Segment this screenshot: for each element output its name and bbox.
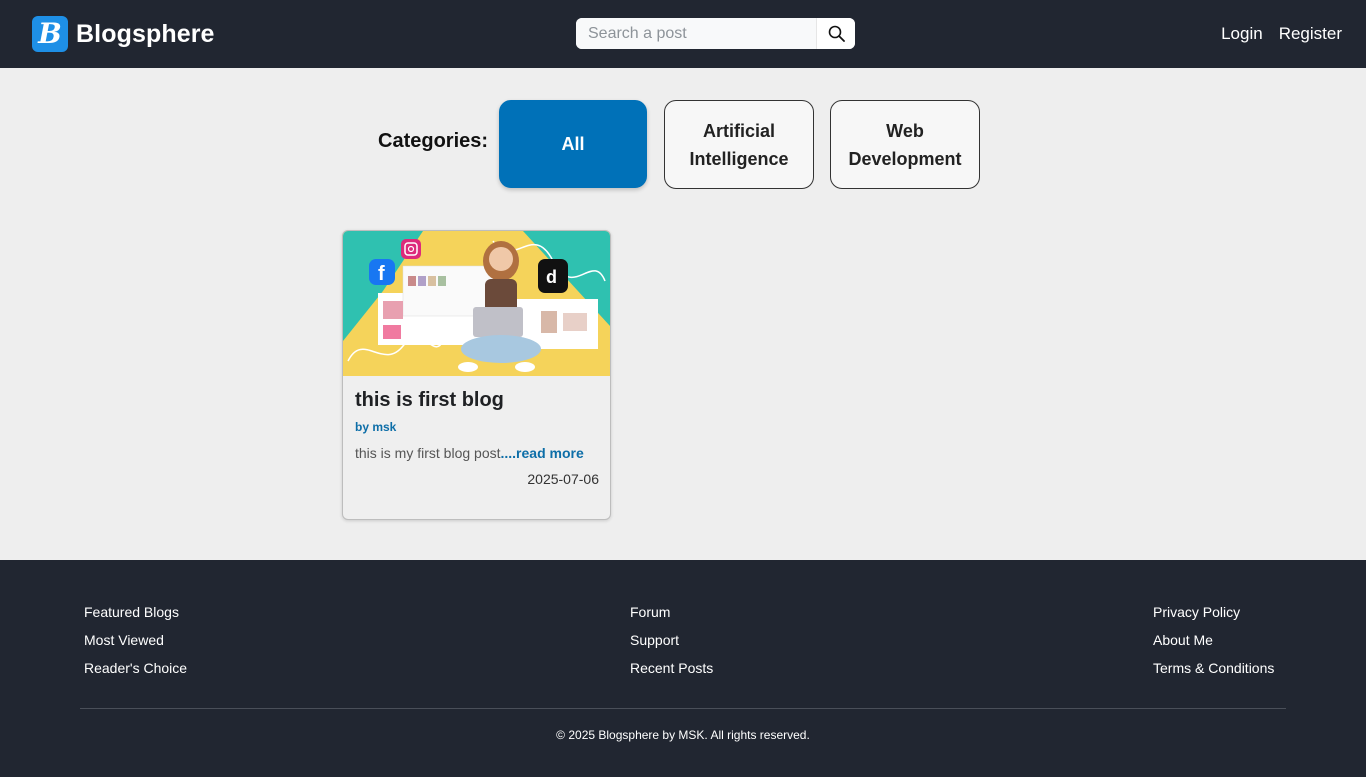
- brand-link[interactable]: B Blogsphere: [32, 16, 215, 52]
- site-header: B Blogsphere Login Register: [0, 0, 1366, 68]
- logo-icon: B: [32, 16, 68, 52]
- footer-link-support[interactable]: Support: [630, 626, 713, 654]
- category-webdev-button[interactable]: Web Development: [830, 100, 980, 189]
- footer-link-terms[interactable]: Terms & Conditions: [1153, 654, 1274, 682]
- post-author: by msk: [355, 420, 397, 434]
- auth-nav: Login Register: [1221, 24, 1342, 44]
- site-footer: Featured Blogs Most Viewed Reader's Choi…: [0, 560, 1366, 777]
- post-excerpt: this is my first blog post....read more: [355, 445, 599, 461]
- brand-name: Blogsphere: [76, 19, 215, 48]
- category-ai-button[interactable]: Artificial Intelligence: [664, 100, 814, 189]
- footer-column-2: Forum Support Recent Posts: [630, 598, 713, 682]
- footer-link-about-me[interactable]: About Me: [1153, 626, 1274, 654]
- search-input[interactable]: [576, 18, 816, 49]
- footer-divider: [80, 708, 1286, 709]
- footer-link-most-viewed[interactable]: Most Viewed: [84, 626, 187, 654]
- post-title[interactable]: this is first blog: [355, 389, 599, 412]
- post-card[interactable]: f d this is first blog by msk this is my…: [342, 230, 611, 520]
- post-date: 2025-07-06: [527, 471, 599, 487]
- category-filter: Categories: All Artificial Intelligence …: [0, 100, 1366, 190]
- footer-column-1: Featured Blogs Most Viewed Reader's Choi…: [84, 598, 187, 682]
- read-more-link[interactable]: ....read more: [501, 445, 584, 461]
- footer-link-featured-blogs[interactable]: Featured Blogs: [84, 598, 187, 626]
- footer-link-forum[interactable]: Forum: [630, 598, 713, 626]
- copyright-text: © 2025 Blogsphere by MSK. All rights res…: [556, 728, 810, 742]
- svg-text:f: f: [378, 263, 385, 285]
- register-link[interactable]: Register: [1279, 24, 1342, 44]
- categories-label: Categories:: [378, 130, 489, 152]
- category-all-button[interactable]: All: [499, 100, 647, 188]
- search-icon: [828, 25, 845, 42]
- svg-text:d: d: [546, 267, 557, 287]
- search-button[interactable]: [816, 18, 855, 49]
- footer-link-recent-posts[interactable]: Recent Posts: [630, 654, 713, 682]
- search-form: [576, 18, 855, 49]
- footer-link-privacy-policy[interactable]: Privacy Policy: [1153, 598, 1274, 626]
- post-excerpt-text: this is my first blog post: [355, 445, 501, 461]
- login-link[interactable]: Login: [1221, 24, 1263, 44]
- footer-link-readers-choice[interactable]: Reader's Choice: [84, 654, 187, 682]
- post-thumbnail: f d: [343, 231, 610, 376]
- logo-letter: B: [38, 17, 62, 50]
- post-card-body: this is first blog by msk this is my fir…: [355, 389, 599, 487]
- footer-column-3: Privacy Policy About Me Terms & Conditio…: [1153, 598, 1274, 682]
